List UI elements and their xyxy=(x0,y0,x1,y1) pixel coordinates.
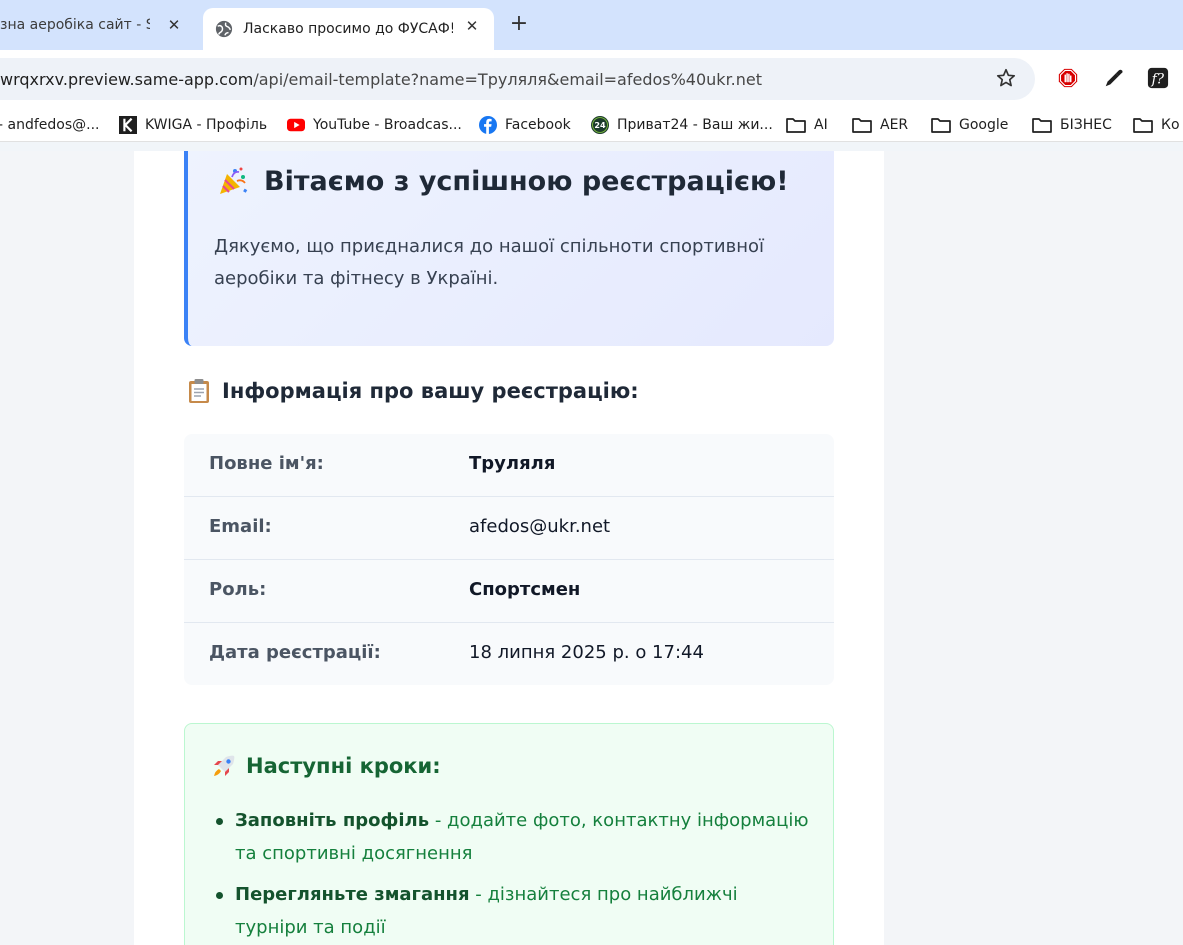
bookmark-folder-google[interactable]: Google xyxy=(931,114,1008,136)
party-popper-icon xyxy=(220,167,248,194)
next-steps-list: Заповніть профіль - додайте фото, контак… xyxy=(216,804,815,945)
tab-inactive[interactable]: зна аеробіка сайт - Same ✕ xyxy=(0,0,190,50)
info-value: 18 липня 2025 р. о 17:44 xyxy=(469,642,704,663)
tab-active[interactable]: Ласкаво просимо до ФУСАФ! ✕ xyxy=(203,8,494,50)
adblock-icon[interactable] xyxy=(1057,67,1079,89)
next-steps-title-text: Наступні кроки: xyxy=(246,754,441,778)
welcome-banner: Вітаємо з успішною реєстрацією! Дякуємо,… xyxy=(184,151,834,346)
email-card: Вітаємо з успішною реєстрацією! Дякуємо,… xyxy=(134,151,884,945)
bookmark-youtube[interactable]: YouTube - Broadcas... xyxy=(287,114,462,136)
globe-icon xyxy=(215,20,233,38)
clipboard-icon xyxy=(189,379,209,403)
tab-title: Ласкаво просимо до ФУСАФ! xyxy=(243,21,453,37)
bookmark-label: Facebook xyxy=(505,117,571,133)
toolbar: wrqxrxv.preview.same-app.com/api/email-t… xyxy=(0,50,1183,108)
bookmark-label: AER xyxy=(880,117,909,133)
bookmark-kwiga[interactable]: KWIGA - Профіль xyxy=(119,114,267,136)
bookmark-facebook[interactable]: Facebook xyxy=(479,114,571,136)
tab-title: зна аеробіка сайт - Same xyxy=(0,17,150,33)
info-value: Труляля xyxy=(469,453,556,474)
list-item: Перегляньте змагання - дізнайтеся про на… xyxy=(216,878,815,944)
close-icon[interactable]: ✕ xyxy=(462,16,482,36)
page-viewport[interactable]: Вітаємо з успішною реєстрацією! Дякуємо,… xyxy=(0,151,1183,945)
folder-icon xyxy=(852,118,872,133)
bookmark-folder-ko[interactable]: Ко xyxy=(1133,114,1180,136)
info-label: Повне ім'я: xyxy=(209,453,324,474)
tab-strip: зна аеробіка сайт - Same ✕ Ласкаво проси… xyxy=(0,0,1183,50)
whatfont-icon[interactable]: f? xyxy=(1147,67,1169,89)
step-title: Перегляньте змагання xyxy=(235,884,470,905)
bookmark-label: YouTube - Broadcas... xyxy=(313,117,462,133)
table-row: Роль: Спортсмен xyxy=(184,560,834,623)
bookmark-label: Google xyxy=(959,117,1009,133)
list-item: Заповніть профіль - додайте фото, контак… xyxy=(216,804,815,870)
welcome-text: Дякуємо, що приєдналися до нашої спільно… xyxy=(214,236,765,289)
url-host: wrqxrxv.preview.same-app.com xyxy=(0,69,254,89)
bookmark-label: БІЗНЕС xyxy=(1060,117,1112,133)
bookmark-label: - andfedos@... xyxy=(0,117,100,133)
svg-text:24: 24 xyxy=(594,120,606,130)
table-row: Повне ім'я: Труляля xyxy=(184,434,834,497)
info-value: Спортсмен xyxy=(469,579,581,600)
folder-icon xyxy=(1032,118,1052,133)
new-tab-button[interactable]: + xyxy=(508,13,530,35)
youtube-icon xyxy=(287,118,305,132)
next-steps-title: Наступні кроки: xyxy=(212,754,441,778)
bookmark-label: Приват24 - Ваш жи... xyxy=(617,117,773,133)
registration-info-table: Повне ім'я: Труляля Email: afedos@ukr.ne… xyxy=(184,434,834,685)
url-path: /api/email-template?name=Труляля&email=a… xyxy=(253,69,763,89)
info-label: Роль: xyxy=(209,579,267,600)
kwiga-icon xyxy=(119,116,137,134)
facebook-icon xyxy=(479,116,497,134)
table-row: Дата реєстрації: 18 липня 2025 р. о 17:4… xyxy=(184,623,834,685)
address-bar[interactable]: wrqxrxv.preview.same-app.com/api/email-t… xyxy=(0,58,1035,100)
info-label: Email: xyxy=(209,516,272,537)
bookmark-privat24[interactable]: 24 Приват24 - Ваш жи... xyxy=(591,114,773,136)
svg-text:f?: f? xyxy=(1151,72,1165,88)
welcome-title-text: Вітаємо з успішною реєстрацією! xyxy=(264,165,789,197)
step-title: Заповніть профіль xyxy=(235,810,430,831)
color-picker-icon[interactable] xyxy=(1103,67,1125,89)
bookmark-label: KWIGA - Профіль xyxy=(145,117,268,133)
info-label: Дата реєстрації: xyxy=(209,642,381,663)
bookmarks-bar: - andfedos@... KWIGA - Профіль YouTube -… xyxy=(0,108,1183,142)
info-section-title: Інформація про вашу реєстрацію: xyxy=(188,378,639,404)
bookmark-folder-ai[interactable]: AI xyxy=(786,114,828,136)
folder-icon xyxy=(786,118,806,133)
info-section-title-text: Інформація про вашу реєстрацію: xyxy=(222,379,639,403)
welcome-title: Вітаємо з успішною реєстрацією! xyxy=(217,165,789,197)
bookmark-label: Ко xyxy=(1161,117,1180,133)
bookmark-mail[interactable]: - andfedos@... xyxy=(0,114,99,136)
bookmark-star-icon[interactable] xyxy=(995,67,1017,89)
info-value: afedos@ukr.net xyxy=(469,516,611,537)
privat24-icon: 24 xyxy=(591,116,609,134)
folder-icon xyxy=(931,118,951,133)
rocket-icon xyxy=(214,755,235,776)
bookmark-folder-business[interactable]: БІЗНЕС xyxy=(1032,114,1112,136)
bookmark-folder-aer[interactable]: AER xyxy=(852,114,908,136)
next-steps-box: Наступні кроки: Заповніть профіль - дода… xyxy=(184,723,834,945)
folder-icon xyxy=(1133,118,1153,133)
bookmark-label: AI xyxy=(814,117,828,133)
close-icon[interactable]: ✕ xyxy=(164,15,184,35)
table-row: Email: afedos@ukr.net xyxy=(184,497,834,560)
